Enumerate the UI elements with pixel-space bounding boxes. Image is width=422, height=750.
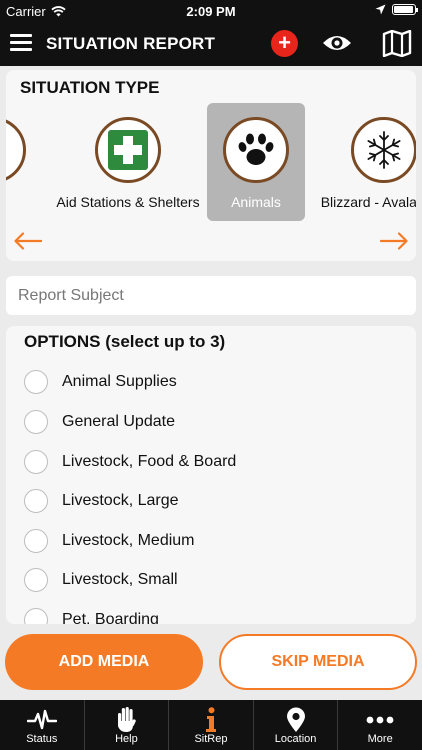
option-livestock-food-board[interactable]: Livestock, Food & Board [24,449,236,475]
status-right [375,4,418,15]
radio-button[interactable] [24,410,48,434]
radio-button[interactable] [24,608,48,624]
option-livestock-large[interactable]: Livestock, Large [24,488,179,514]
snowflake-icon [367,131,401,169]
status-bar: Carrier 2:09 PM [0,0,422,22]
tab-sitrep[interactable]: SitRep [169,700,254,750]
paw-icon [238,133,274,165]
arrow-right-icon[interactable] [380,232,408,250]
option-label: General Update [62,413,175,430]
tab-status[interactable]: Status [0,700,85,750]
eye-icon[interactable] [322,33,352,53]
option-general-update[interactable]: General Update [24,409,175,435]
tab-label: Status [26,733,58,745]
skip-media-button[interactable]: SKIP MEDIA [219,634,417,690]
option-livestock-small[interactable]: Livestock, Small [24,567,178,593]
first-aid-icon [108,130,148,170]
radio-button[interactable] [24,370,48,394]
tab-bar: Status Help SitRep Location More [0,700,422,750]
option-label: Livestock, Small [62,571,178,588]
option-animal-supplies[interactable]: Animal Supplies [24,369,177,395]
tab-location[interactable]: Location [254,700,339,750]
situation-tile-label: Blizzard - Avalanche [320,194,416,210]
option-label: Livestock, Large [62,492,179,509]
option-label: Pet, Boarding [62,611,159,624]
location-arrow-icon [375,4,386,15]
tab-label: Location [274,733,317,745]
battery-fill [394,6,413,13]
paw-icon-frame [223,117,289,183]
radio-button[interactable] [24,489,48,513]
page-title: SITUATION REPORT [46,34,216,53]
partial-icon [6,117,26,183]
battery-icon [392,4,418,15]
location-pin-icon [286,707,305,732]
nav-bar: SITUATION REPORT + [0,22,422,66]
tab-label: SitRep [194,733,228,745]
tab-label: Help [115,733,138,745]
situation-type-heading: SITUATION TYPE [20,78,160,97]
option-livestock-medium[interactable]: Livestock, Medium [24,528,195,554]
option-label: Animal Supplies [62,373,177,390]
situation-tile-blizzard[interactable]: Blizzard - Avalanche [321,103,416,221]
info-icon [205,707,216,732]
options-heading: OPTIONS (select up to 3) [24,332,226,351]
options-card: OPTIONS (select up to 3) Animal Supplies… [6,326,416,624]
arrow-left-icon[interactable] [14,232,42,250]
option-label: Livestock, Medium [62,532,195,549]
radio-button[interactable] [24,450,48,474]
more-icon [366,716,394,724]
situation-tile-animals[interactable]: Animals [207,103,305,221]
hand-icon [118,707,137,732]
map-icon[interactable] [382,30,412,57]
option-label: Livestock, Food & Board [62,453,237,470]
situation-type-card: SITUATION TYPE al Aid Stations & Shelter… [6,70,416,261]
radio-button[interactable] [24,568,48,592]
snowflake-icon-frame [351,117,416,183]
pulse-icon [26,709,57,730]
tab-help[interactable]: Help [85,700,170,750]
menu-icon[interactable] [10,34,32,52]
radio-button[interactable] [24,529,48,553]
situation-tile-partial[interactable]: al [6,103,42,221]
tab-more[interactable]: More [338,700,422,750]
situation-tile-aid-stations[interactable]: Aid Stations & Shelters [56,103,200,221]
plus-icon[interactable]: + [271,30,298,57]
option-pet-boarding[interactable]: Pet, Boarding [24,607,159,624]
report-subject-input[interactable] [6,276,416,315]
add-media-button[interactable]: ADD MEDIA [5,634,203,690]
tab-label: More [367,733,393,745]
status-time: 2:09 PM [186,4,236,19]
first-aid-icon-frame [95,117,161,183]
